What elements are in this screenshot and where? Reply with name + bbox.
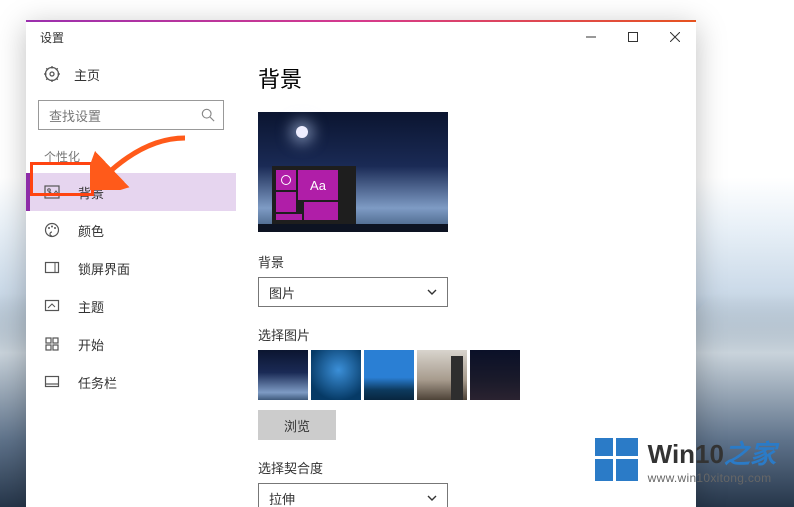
sidebar-item-themes[interactable]: 主题 [26, 287, 236, 325]
thumbnail[interactable] [258, 350, 308, 400]
background-label: 背景 [258, 252, 666, 271]
sidebar-item-label: 开始 [78, 335, 104, 354]
background-dropdown[interactable]: 图片 [258, 277, 448, 307]
search-icon [201, 108, 215, 122]
watermark: Win10之家 www.win10xitong.com [595, 434, 776, 485]
desktop-preview: Aa [258, 112, 448, 232]
thumbnail[interactable] [364, 350, 414, 400]
minimize-button[interactable] [570, 22, 612, 52]
picture-thumbnails [258, 350, 666, 400]
dropdown-value: 拉伸 [269, 489, 295, 507]
sidebar-item-colors[interactable]: 颜色 [26, 211, 236, 249]
home-label: 主页 [74, 65, 100, 84]
watermark-brand: Win10之家 [648, 434, 776, 471]
section-label: 个性化 [26, 148, 236, 165]
palette-icon [44, 222, 60, 238]
sidebar-item-label: 锁屏界面 [78, 259, 130, 278]
sidebar-item-lockscreen[interactable]: 锁屏界面 [26, 249, 236, 287]
thumbnail[interactable] [311, 350, 361, 400]
sidebar-item-background[interactable]: 背景 [26, 173, 236, 211]
sidebar: 主页 查找设置 个性化 背景 颜色 锁屏界面 主题 [26, 52, 236, 507]
dropdown-value: 图片 [269, 283, 295, 302]
browse-button[interactable]: 浏览 [258, 410, 336, 440]
start-icon [44, 336, 60, 352]
window-controls [570, 22, 696, 52]
gear-icon [44, 66, 60, 82]
search-placeholder: 查找设置 [49, 106, 201, 125]
sidebar-item-label: 颜色 [78, 221, 104, 240]
maximize-button[interactable] [612, 22, 654, 52]
preview-tile-label: Aa [298, 170, 338, 200]
picture-icon [44, 184, 60, 200]
fit-dropdown[interactable]: 拉伸 [258, 483, 448, 507]
taskbar-icon [44, 374, 60, 390]
sidebar-item-label: 主题 [78, 297, 104, 316]
window-title: 设置 [40, 29, 64, 46]
thumbnail[interactable] [417, 350, 467, 400]
sidebar-item-taskbar[interactable]: 任务栏 [26, 363, 236, 401]
chevron-down-icon [427, 493, 437, 503]
chevron-down-icon [427, 287, 437, 297]
search-input[interactable]: 查找设置 [38, 100, 224, 130]
home-link[interactable]: 主页 [26, 56, 236, 92]
brush-icon [44, 298, 60, 314]
thumbnail[interactable] [470, 350, 520, 400]
page-title: 背景 [258, 62, 666, 94]
windows-logo-icon [595, 438, 638, 481]
sidebar-item-start[interactable]: 开始 [26, 325, 236, 363]
close-button[interactable] [654, 22, 696, 52]
lockscreen-icon [44, 260, 60, 276]
sidebar-item-label: 任务栏 [78, 373, 117, 392]
sidebar-item-label: 背景 [78, 183, 104, 202]
choose-picture-label: 选择图片 [258, 325, 666, 344]
titlebar: 设置 [26, 22, 696, 52]
watermark-url: www.win10xitong.com [648, 471, 776, 485]
